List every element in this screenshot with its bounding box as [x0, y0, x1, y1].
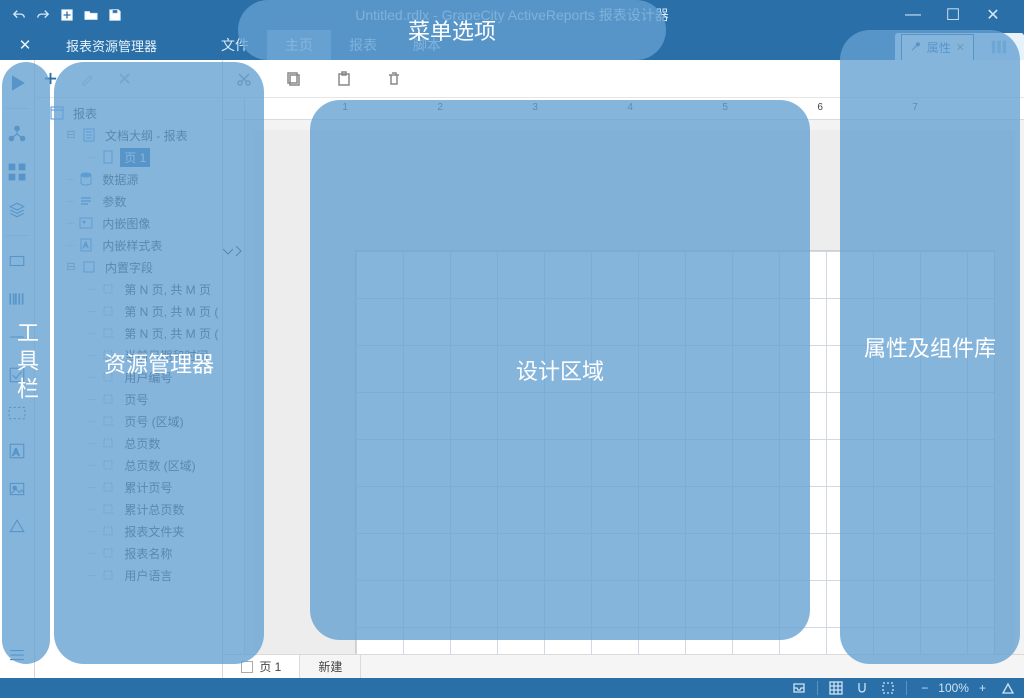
tree-field[interactable]: ····用户语言 — [35, 564, 222, 586]
designer-center: 1 2 3 4 5 6 7 页 — [223, 60, 1024, 678]
window-title: Untitled.rdlx - GrapeCity ActiveReports … — [122, 5, 902, 25]
run-button[interactable] — [0, 66, 34, 100]
trash-icon[interactable] — [379, 64, 409, 94]
redo-icon[interactable] — [36, 8, 50, 22]
undo-icon[interactable] — [12, 8, 26, 22]
checkbox-icon[interactable] — [0, 358, 34, 392]
edit-icon[interactable] — [80, 71, 95, 86]
ribbon-tabs: 文件 主页 报表 脚本 — [203, 30, 459, 60]
hierarchy-icon[interactable] — [0, 117, 34, 151]
properties-tab[interactable]: 属性 ✕ — [901, 34, 974, 60]
wrench-icon — [910, 41, 922, 53]
tree-images[interactable]: ····内嵌图像 — [35, 212, 222, 234]
triangle-icon[interactable] — [1000, 680, 1016, 696]
magnet-icon[interactable] — [854, 680, 870, 696]
explorer-panel: 报表 ⊟文档大纲 - 报表 ····页 1 ····数据源 ····参数 ···… — [35, 60, 223, 678]
tab-report[interactable]: 报表 — [331, 30, 395, 60]
library-icon[interactable] — [980, 38, 1018, 56]
statusbar: − 100% + — [0, 678, 1024, 698]
design-page[interactable] — [255, 130, 1015, 654]
tree-field[interactable]: ····累计页号 — [35, 476, 222, 498]
menubar: ✕ 报表资源管理器 文件 主页 报表 脚本 属性 ✕ — [0, 30, 1024, 60]
tree-styles[interactable]: ····A内嵌样式表 — [35, 234, 222, 256]
tree-field[interactable]: ····报表名称 — [35, 542, 222, 564]
tree-root[interactable]: 报表 — [35, 102, 222, 124]
tree-field[interactable]: ····报表文件夹 — [35, 520, 222, 542]
tree-params[interactable]: ····参数 — [35, 190, 222, 212]
cut-icon[interactable] — [229, 64, 259, 94]
center-toolbar — [223, 60, 1024, 98]
horizontal-ruler: 1 2 3 4 5 6 7 — [245, 98, 1024, 120]
rectangle-icon[interactable] — [0, 244, 34, 278]
page-tab-1[interactable]: 页 1 — [223, 655, 300, 678]
selection-icon[interactable] — [880, 680, 896, 696]
page-body[interactable] — [355, 250, 995, 654]
container-icon[interactable] — [0, 396, 34, 430]
image-icon[interactable] — [0, 472, 34, 506]
grid-toggle-icon[interactable] — [828, 680, 844, 696]
quick-access-toolbar — [6, 8, 122, 22]
open-icon[interactable] — [84, 8, 98, 22]
barcode-icon[interactable] — [0, 282, 34, 316]
tree-field[interactable]: ····总页数 — [35, 432, 222, 454]
tree-datasource[interactable]: ····数据源 — [35, 168, 222, 190]
tree-field[interactable]: ····第 N 页, 共 M 页 ( — [35, 322, 222, 344]
tree-outline[interactable]: ⊟文档大纲 - 报表 — [35, 124, 222, 146]
toolbox-strip: A — [0, 60, 35, 678]
main-area: A 报表 ⊟文档大纲 - 报表 ····页 1 ····数据源 ····参数 ·… — [0, 60, 1024, 678]
new-icon[interactable] — [60, 8, 74, 22]
minimize-button[interactable]: — — [902, 6, 924, 24]
zoom-in-button[interactable]: + — [975, 681, 990, 695]
zoom-out-button[interactable]: − — [917, 681, 932, 695]
close-icon[interactable]: ✕ — [956, 41, 965, 54]
explorer-panel-title: 报表资源管理器 — [50, 30, 173, 60]
tree-field[interactable]: ····页号 (区域) — [35, 410, 222, 432]
shape-icon[interactable] — [0, 510, 34, 544]
tree-builtins[interactable]: ⊟内置字段 — [35, 256, 222, 278]
page-tabs: 页 1 新建 — [223, 654, 1024, 678]
tree-field[interactable]: ····页号 — [35, 388, 222, 410]
design-grid — [356, 251, 994, 654]
more-icon[interactable] — [0, 638, 34, 672]
tab-home[interactable]: 主页 — [267, 30, 331, 60]
zoom-controls: − 100% + — [917, 681, 990, 695]
grid-icon[interactable] — [0, 155, 34, 189]
maximize-button[interactable]: ☐ — [942, 5, 964, 25]
properties-tab-label: 属性 — [927, 39, 951, 56]
paste-icon[interactable] — [329, 64, 359, 94]
explorer-toolbar — [35, 60, 222, 98]
tree-field[interactable]: ····累计总页数 — [35, 498, 222, 520]
save-icon[interactable] — [108, 8, 122, 22]
tab-script[interactable]: 脚本 — [395, 30, 459, 60]
zoom-value: 100% — [938, 681, 969, 695]
line-icon[interactable] — [0, 320, 34, 354]
design-canvas-scroll[interactable]: 1 2 3 4 5 6 7 — [223, 98, 1024, 654]
tree-field[interactable]: ····用户编号 — [35, 366, 222, 388]
copy-icon[interactable] — [279, 64, 309, 94]
richtext-icon[interactable]: A — [0, 434, 34, 468]
layers-icon[interactable] — [0, 193, 34, 227]
new-page-tab[interactable]: 新建 — [300, 655, 361, 678]
ruler-corner — [223, 98, 245, 120]
tree-field[interactable]: ····当前日期和时间 — [35, 344, 222, 366]
tree-field[interactable]: ····第 N 页, 共 M 页 — [35, 278, 222, 300]
close-panel-button[interactable]: ✕ — [0, 30, 50, 60]
close-button[interactable]: ✕ — [982, 5, 1004, 25]
svg-text:A: A — [83, 241, 89, 250]
svg-text:A: A — [13, 448, 20, 459]
inbox-icon[interactable] — [791, 680, 807, 696]
properties-tab-wrap: 属性 ✕ — [895, 33, 1024, 60]
delete-icon[interactable] — [117, 71, 132, 86]
explorer-tree[interactable]: 报表 ⊟文档大纲 - 报表 ····页 1 ····数据源 ····参数 ···… — [35, 98, 222, 678]
titlebar: Untitled.rdlx - GrapeCity ActiveReports … — [0, 0, 1024, 30]
add-icon[interactable] — [43, 71, 58, 86]
tree-field[interactable]: ····总页数 (区域) — [35, 454, 222, 476]
tab-file[interactable]: 文件 — [203, 30, 267, 60]
window-controls: — ☐ ✕ — [902, 5, 1018, 25]
tree-page1[interactable]: ····页 1 — [35, 146, 222, 168]
tree-field[interactable]: ····第 N 页, 共 M 页 ( — [35, 300, 222, 322]
crop-markers — [223, 246, 243, 256]
